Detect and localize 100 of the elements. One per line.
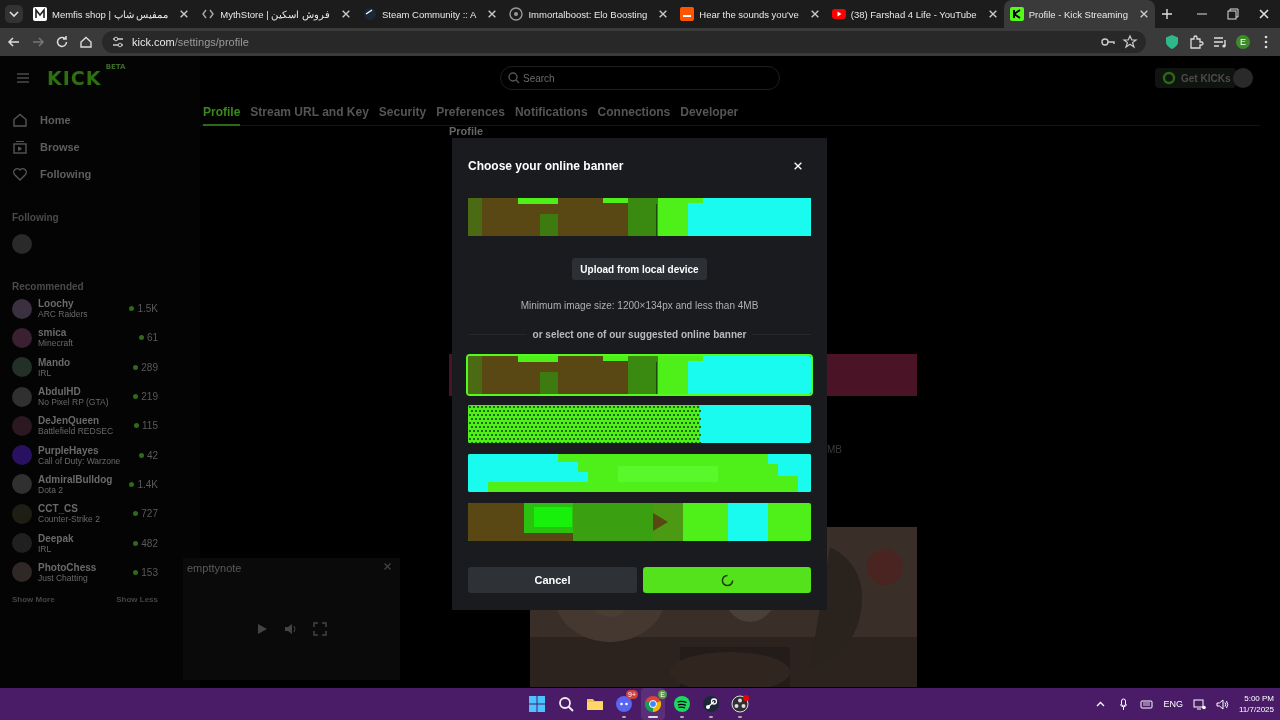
channel-item[interactable]: Loochy ARC Raiders 1.5K	[12, 294, 158, 324]
viewer-count: 115	[142, 420, 158, 432]
nav-link[interactable]: Home	[12, 106, 158, 133]
live-dot-icon	[138, 452, 144, 458]
live-dot-icon	[133, 394, 139, 400]
channel-category: Call of Duty: Warzone	[38, 455, 122, 466]
channel-name: CCT_CS	[38, 503, 79, 515]
avatar	[12, 445, 32, 466]
puzzle-icon[interactable]	[1188, 34, 1204, 50]
avatar	[12, 562, 32, 583]
get-kicks-button[interactable]: Get KICKs	[1155, 68, 1237, 88]
upload-button[interactable]: Upload from local device	[572, 258, 707, 280]
home-icon	[12, 111, 28, 128]
browser-tab[interactable]: Memfis shop | ممفیس شاپ	[27, 0, 196, 28]
clock-date[interactable]: 11/7/2025	[1239, 704, 1274, 715]
favicon-icon	[509, 7, 524, 21]
channel-item[interactable]: Deepak IRL 482	[12, 528, 158, 558]
reload-icon[interactable]	[54, 34, 70, 50]
channel-name: DeJenQueen	[38, 415, 101, 427]
avatar	[12, 386, 32, 407]
nav-link[interactable]: Following	[12, 160, 158, 187]
channel-item[interactable]: PhotoChess Just Chatting 153	[12, 557, 158, 587]
channel-category: No Pixel RP (GTA)	[38, 397, 110, 408]
browser-tab[interactable]: Steam Community :: A	[356, 0, 504, 28]
channel-item[interactable]: Mando IRL 289	[12, 352, 158, 382]
music-app-icon	[673, 695, 691, 713]
channel-item[interactable]: PurpleHayes Call of Duty: Warzone 42	[12, 440, 158, 470]
browser-tab[interactable]: Hear the sounds you've	[674, 0, 826, 28]
tab-list-icon[interactable]	[4, 4, 24, 24]
site-settings-icon[interactable]	[110, 34, 126, 50]
home-icon[interactable]	[78, 34, 94, 50]
settings-tab[interactable]: Notifications	[514, 100, 588, 126]
channel-category: Dota 2	[38, 484, 64, 495]
channel-name: PurpleHayes	[38, 444, 100, 456]
avatar	[12, 474, 32, 495]
browser-tab[interactable]: Immortalboost: Elo Boosting	[503, 0, 675, 28]
browser-tab[interactable]: Profile - Kick Streaming	[1003, 0, 1155, 28]
settings-tab[interactable]: Security	[378, 100, 427, 126]
show-more-link[interactable]: Show More	[12, 594, 55, 604]
size-note: MB	[827, 444, 843, 455]
live-dot-icon	[133, 364, 139, 370]
stream-title: empttynote	[187, 562, 242, 574]
viewer-count: 482	[141, 537, 158, 549]
channel-item[interactable]: AdmiralBulldog Dota 2 1.4K	[12, 469, 158, 500]
volume-icon[interactable]	[1216, 697, 1229, 711]
favicon-icon	[362, 7, 377, 21]
browser-tab[interactable]: (38) Farshad 4 Life - YouTube	[825, 0, 1004, 28]
coin-icon	[1161, 70, 1177, 86]
search-field[interactable]: Search	[500, 66, 780, 90]
settings-tab[interactable]: Profile	[203, 100, 241, 126]
live-dot-icon	[133, 569, 139, 575]
channel-item[interactable]: DeJenQueen Battlefield REDSEC 115	[12, 411, 158, 441]
viewer-count: 727	[141, 508, 158, 520]
browser-tab[interactable]: MythStore | فروش اسکین	[195, 0, 357, 28]
favicon-icon	[680, 7, 695, 21]
channel-name: AbdulHD	[38, 386, 82, 398]
live-dot-icon	[138, 335, 144, 341]
channel-category: Counter-Strike 2	[38, 514, 101, 525]
favicon-icon	[1009, 7, 1024, 21]
chat-app-icon	[615, 695, 633, 713]
cancel-button[interactable]: Cancel	[468, 567, 637, 593]
keyboard-icon[interactable]	[1140, 697, 1154, 711]
channel-item[interactable]: smica Minecraft 61	[12, 323, 158, 353]
language-indicator[interactable]: ENG	[1163, 699, 1183, 709]
avatar	[12, 298, 32, 319]
section-heading: Recommended	[12, 279, 85, 294]
url-text[interactable]: kick.com/settings/profile	[132, 36, 249, 48]
new-tab-icon[interactable]	[1160, 8, 1173, 20]
live-dot-icon	[129, 306, 135, 312]
channel-item[interactable]: AbdulHD No Pixel RP (GTA) 219	[12, 381, 158, 412]
viewer-count: 289	[141, 361, 158, 373]
restore-icon[interactable]	[1227, 8, 1239, 20]
page-heading: Profile	[449, 126, 485, 137]
network-icon[interactable]	[1193, 697, 1206, 711]
search-icon	[557, 695, 575, 713]
show-less-link[interactable]: Show Less	[116, 594, 158, 604]
settings-tab[interactable]: Stream URL and Key	[250, 100, 369, 126]
divider-label: or select one of our suggested online banner	[532, 328, 747, 340]
heart-icon	[12, 165, 28, 182]
settings-tab[interactable]: Connections	[597, 100, 671, 126]
profile-avatar[interactable]: E	[1236, 35, 1250, 49]
favicon-icon	[831, 7, 846, 21]
viewer-count: 61	[146, 332, 158, 344]
shield-icon[interactable]	[1164, 34, 1180, 50]
live-dot-icon	[133, 540, 139, 546]
clock-time[interactable]: 5:00 PM	[1244, 693, 1274, 704]
live-dot-icon	[129, 481, 135, 487]
dialog-title: Choose your online banner	[468, 159, 624, 173]
media-controls-icon[interactable]	[1212, 34, 1228, 50]
star-icon[interactable]	[1122, 34, 1138, 50]
size-hint: Minimum image size: 1200×134px and less than 4MB	[519, 300, 760, 313]
settings-tab[interactable]: Developer	[680, 100, 739, 126]
windows-icon	[528, 695, 546, 713]
nav-link[interactable]: Browse	[12, 133, 158, 160]
channel-name: AdmiralBulldog	[38, 473, 114, 485]
channel-category: ARC Raiders	[38, 309, 89, 320]
section-heading: Following	[12, 210, 60, 225]
channel-category: Minecraft	[38, 338, 74, 349]
settings-tab[interactable]: Preferences	[436, 100, 505, 126]
channel-item[interactable]: CCT_CS Counter-Strike 2 727	[12, 499, 158, 529]
